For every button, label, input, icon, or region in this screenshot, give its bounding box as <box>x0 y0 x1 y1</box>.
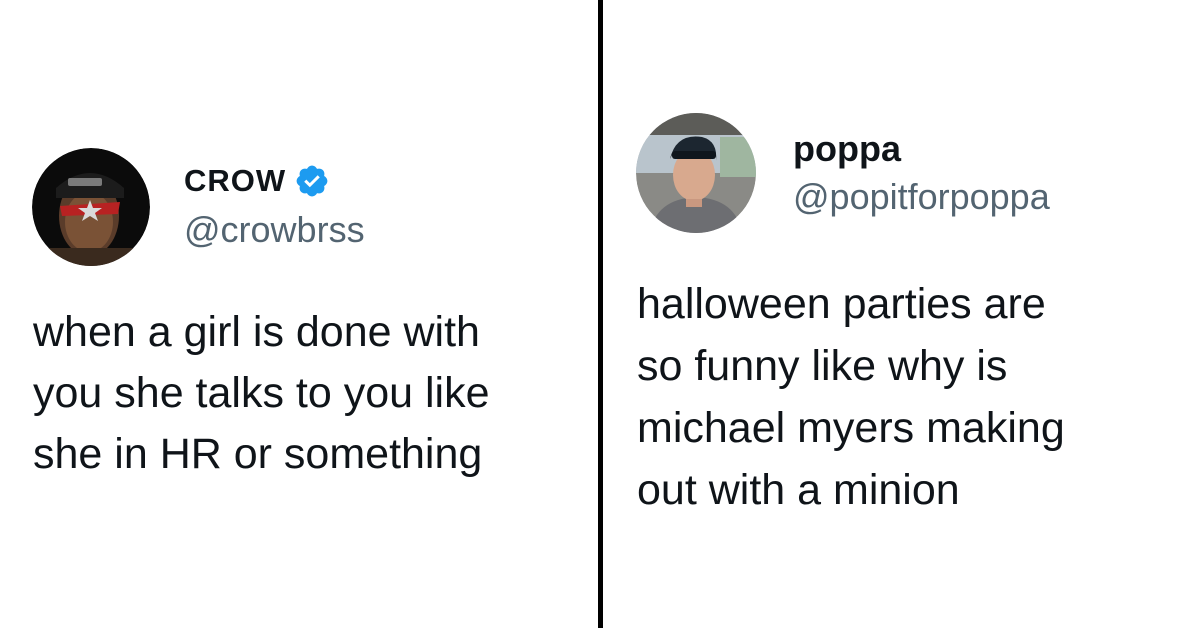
avatar[interactable] <box>636 113 756 233</box>
tweet-card-poppa: poppa @popitforpoppa halloween parties a… <box>636 113 1176 521</box>
handle[interactable]: @popitforpoppa <box>793 176 1050 218</box>
display-name[interactable]: poppa <box>793 128 901 170</box>
display-name-row: CROW <box>184 163 365 199</box>
tweet-header: CROW @crowbrss <box>32 148 572 266</box>
tweet-names: CROW @crowbrss <box>184 163 365 251</box>
tweet-text: when a girl is done with you she talks t… <box>33 308 490 478</box>
avatar[interactable] <box>32 148 150 266</box>
handle[interactable]: @crowbrss <box>184 209 365 251</box>
tweet-text: halloween parties are so funny like why … <box>637 280 1065 514</box>
avatar-car-selfie-icon <box>636 113 756 233</box>
tweet-card-crow: CROW @crowbrss when a girl is done with … <box>32 148 572 485</box>
display-name[interactable]: CROW <box>184 163 286 199</box>
panel-divider <box>598 0 603 628</box>
verified-badge-icon <box>294 163 330 199</box>
avatar-masked-person-icon <box>32 148 150 266</box>
display-name-row: poppa <box>793 128 1050 170</box>
tweet-names: poppa @popitforpoppa <box>793 128 1050 218</box>
tweet-header: poppa @popitforpoppa <box>636 113 1176 233</box>
